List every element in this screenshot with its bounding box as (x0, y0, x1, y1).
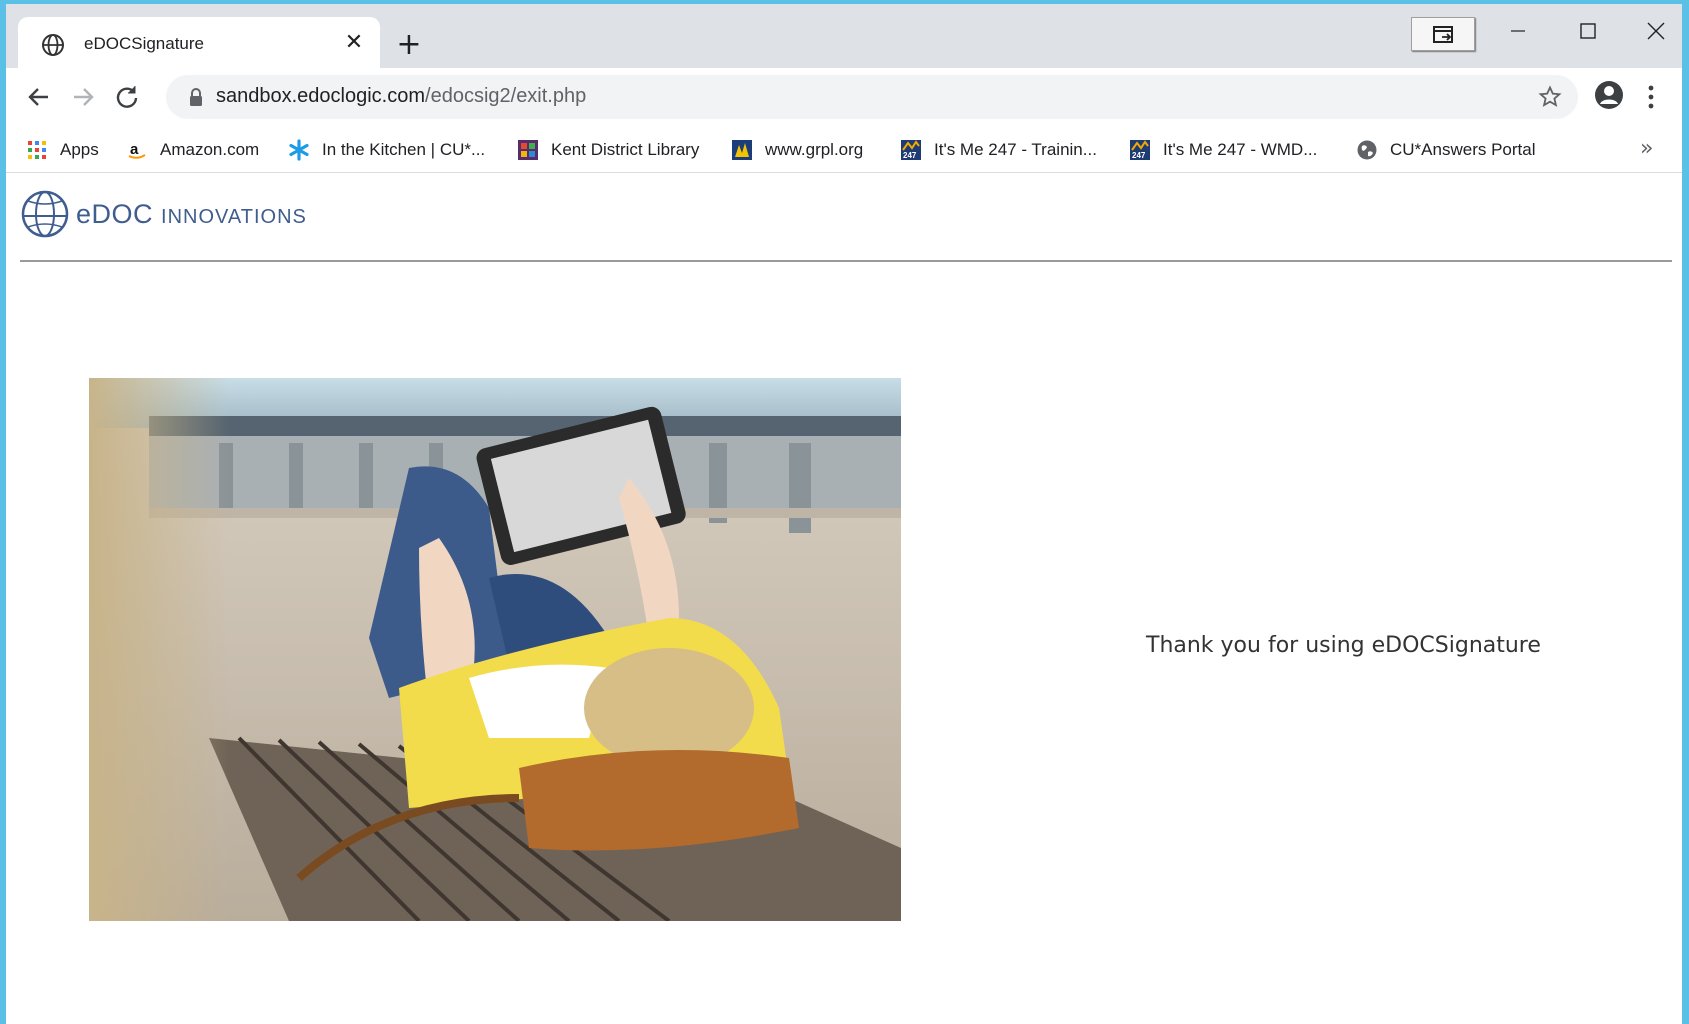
tab-strip: eDOCSignature ✕ + (6, 4, 1682, 68)
bookmark-label: www.grpl.org (765, 140, 864, 159)
asterisk-icon (289, 139, 309, 161)
logo-text: eDOC Innovations (76, 199, 307, 230)
bookmark-label: It's Me 247 - WMD... (1163, 140, 1318, 159)
url-path: /edocsig2/exit.php (425, 85, 587, 107)
logo-prefix: eDOC (76, 198, 162, 229)
maximize-icon[interactable] (1566, 16, 1610, 46)
svg-text:247: 247 (903, 151, 917, 160)
browser-toolbar: sandbox.edoclogic.com/edocsig2/exit.php (6, 68, 1682, 128)
apps-grid-icon (28, 141, 46, 159)
window-close-icon[interactable] (1634, 16, 1678, 46)
itsme247-icon: 247 (1130, 140, 1150, 160)
new-tab-button[interactable]: + (394, 30, 424, 60)
reload-icon[interactable] (112, 82, 142, 112)
bookmark-in-the-kitchen[interactable]: In the Kitchen | CU*... (288, 128, 485, 172)
kebab-menu-icon[interactable] (1646, 82, 1656, 112)
bookmark-cuanswers-portal[interactable]: CU*Answers Portal (1356, 128, 1536, 172)
edoc-logo: eDOC Innovations (20, 189, 307, 239)
page-content: eDOC Innovations (6, 173, 1682, 1024)
forward-arrow-icon[interactable] (68, 82, 98, 112)
grpl-icon (732, 140, 752, 160)
cast-button[interactable] (1411, 17, 1475, 51)
kdl-icon (518, 140, 538, 160)
svg-text:a: a (130, 141, 139, 158)
bookmark-itsme247-training[interactable]: 247 It's Me 247 - Trainin... (900, 128, 1097, 172)
minimize-icon[interactable] (1496, 16, 1540, 46)
bookmarks-bar: Apps a Amazon.com In the Kitchen | CU*..… (6, 128, 1682, 173)
bookmark-amazon[interactable]: a Amazon.com (126, 128, 259, 172)
hero-photo (89, 378, 901, 921)
globe-logo-icon (21, 190, 69, 238)
bookmark-grpl[interactable]: www.grpl.org (731, 128, 863, 172)
globe-icon (42, 34, 64, 56)
profile-avatar-icon[interactable] (1594, 80, 1624, 110)
itsme247-icon: 247 (901, 140, 921, 160)
url-text: sandbox.edoclogic.com/edocsig2/exit.php (216, 85, 586, 108)
amazon-icon: a (128, 141, 146, 159)
globe-icon (1357, 140, 1377, 160)
bookmark-star-icon[interactable] (1538, 85, 1562, 109)
svg-text:247: 247 (1132, 151, 1146, 160)
bookmark-apps[interactable]: Apps (26, 128, 99, 172)
bookmark-label: It's Me 247 - Trainin... (934, 140, 1097, 159)
back-arrow-icon[interactable] (24, 82, 54, 112)
address-bar[interactable]: sandbox.edoclogic.com/edocsig2/exit.php (166, 75, 1578, 119)
cast-icon (1433, 26, 1453, 43)
more-bookmarks-chevron-icon[interactable]: » (1640, 136, 1653, 161)
logo-name: Innovations (161, 205, 307, 228)
browser-window: eDOCSignature ✕ + sandbox.edoclogic.com/… (6, 4, 1682, 1024)
bookmark-label: Apps (60, 140, 99, 159)
url-host: sandbox.edoclogic.com (216, 85, 426, 107)
lock-icon (190, 88, 202, 106)
bookmark-kent-district-library[interactable]: Kent District Library (517, 128, 699, 172)
bookmark-label: CU*Answers Portal (1390, 140, 1536, 159)
tab-title: eDOCSignature (84, 34, 205, 53)
bookmark-label: Amazon.com (160, 140, 260, 159)
close-icon[interactable]: ✕ (342, 31, 366, 55)
header-divider (20, 260, 1672, 262)
bookmark-label: In the Kitchen | CU*... (322, 140, 486, 159)
bookmark-label: Kent District Library (551, 140, 700, 159)
bookmark-itsme247-wmd[interactable]: 247 It's Me 247 - WMD... (1129, 128, 1317, 172)
thank-you-message: Thank you for using eDOCSignature (1146, 633, 1541, 658)
tab-edocsignature[interactable]: eDOCSignature ✕ (18, 17, 380, 68)
